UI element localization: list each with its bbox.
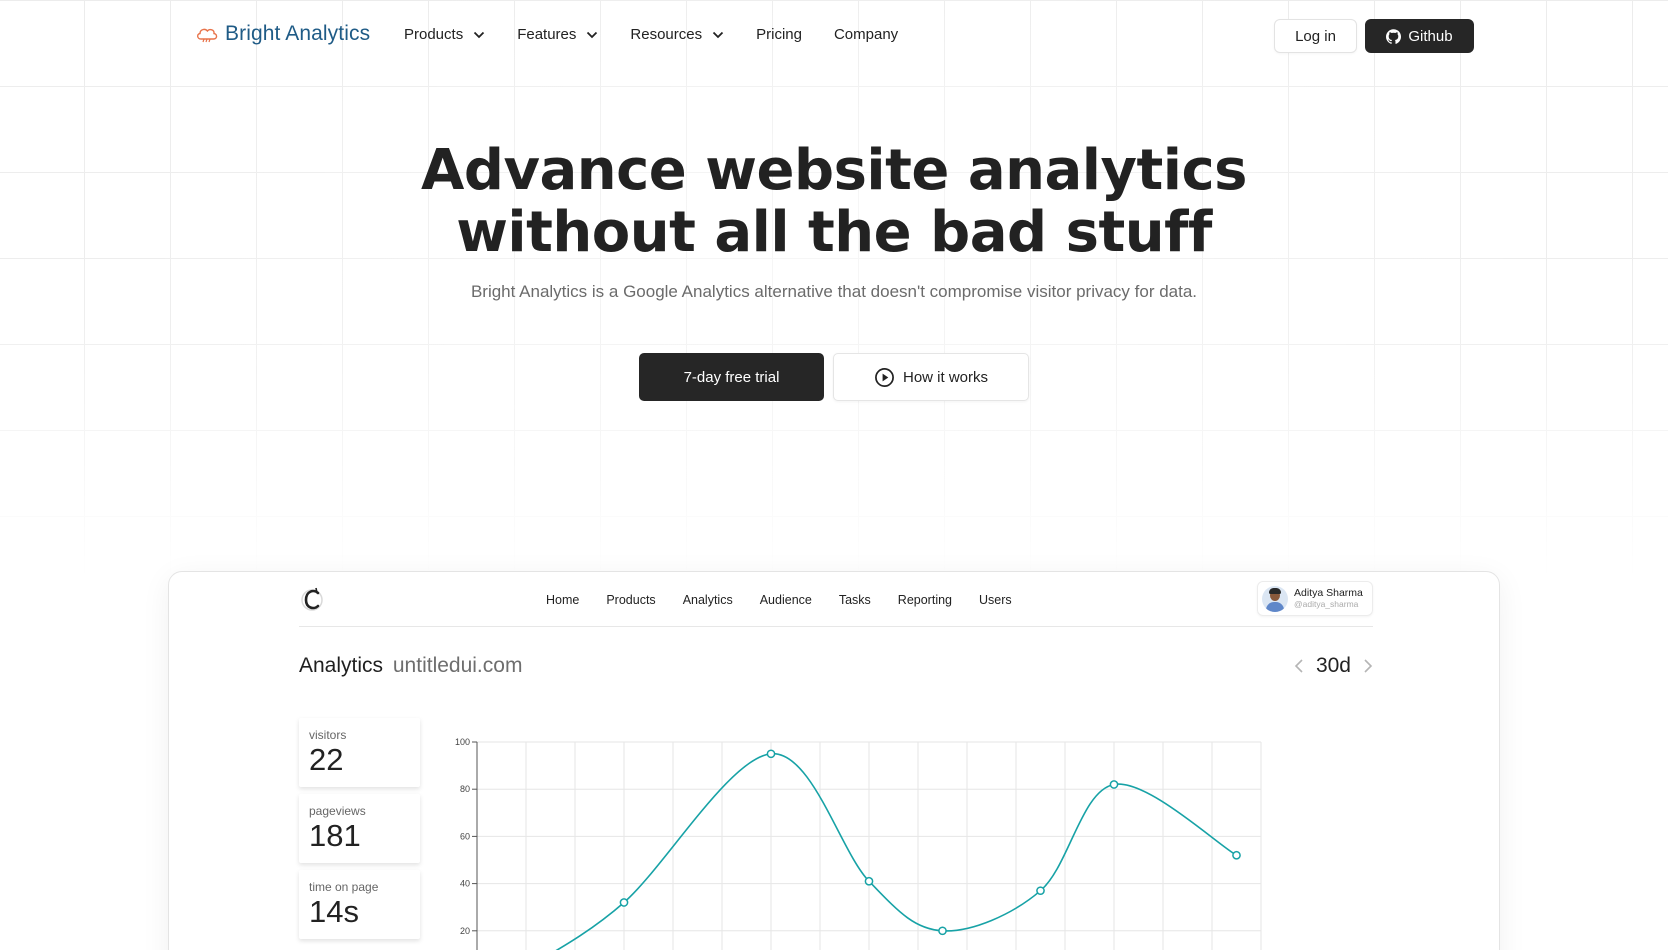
dashboard-menu-tasks[interactable]: Tasks — [839, 593, 871, 607]
github-icon — [1386, 28, 1402, 44]
user-handle: @aditya_sharma — [1294, 598, 1359, 609]
chevron-left-icon[interactable] — [1294, 658, 1304, 674]
dashboard-menu-reporting[interactable]: Reporting — [898, 593, 952, 607]
chevron-down-icon — [474, 31, 485, 38]
stat-value: 14s — [309, 894, 359, 929]
y-tick-label: 80 — [460, 784, 470, 794]
nav-item-resources[interactable]: Resources — [630, 26, 724, 43]
dashboard-domain: untitledui.com — [392, 654, 523, 677]
series-line — [555, 752, 1237, 950]
nav-item-pricing[interactable]: Pricing — [756, 26, 802, 43]
chevron-down-icon — [712, 31, 724, 38]
brand-logo[interactable]: Bright Analytics — [195, 22, 370, 46]
user-profile-chip[interactable]: Aditya Sharma @aditya_sharma — [1257, 581, 1373, 616]
nav-item-label: Resources — [630, 26, 703, 43]
y-tick-label: 20 — [460, 926, 470, 936]
stat-card-visitors[interactable]: visitors 22 — [299, 718, 420, 787]
data-point — [938, 926, 947, 936]
dashboard-menu-analytics[interactable]: Analytics — [683, 593, 733, 607]
y-tick-label: 60 — [460, 831, 470, 841]
cta-group: 7-day free trial How it works — [0, 353, 1668, 401]
stats-column: visitors 22 pageviews 181 time on page 14s — [299, 718, 420, 946]
stat-label: time on page — [309, 880, 379, 894]
how-it-works-label: How it works — [902, 368, 988, 386]
user-name: Aditya Sharma — [1294, 586, 1363, 599]
play-circle-icon — [875, 367, 894, 387]
y-tick-label: 100 — [455, 737, 470, 747]
analytics-line-chart: 20 40 60 80 100 — [455, 737, 1262, 950]
login-button[interactable]: Log in — [1274, 19, 1357, 53]
nav-item-label: Features — [517, 26, 577, 43]
dashboard-title-label: Analytics — [299, 654, 384, 677]
data-point — [1109, 780, 1119, 789]
how-it-works-button[interactable]: How it works — [833, 353, 1029, 401]
hero-subtitle: Bright Analytics is a Google Analytics a… — [470, 282, 1198, 301]
top-navigation: Bright Analytics Products Features Resourc… — [0, 0, 1668, 72]
stat-label: visitors — [309, 728, 347, 742]
chevron-down-icon — [587, 31, 598, 38]
dashboard-logo-icon[interactable] — [299, 584, 325, 614]
stat-value: 22 — [309, 742, 344, 777]
stat-card-time-on-page[interactable]: time on page 14s — [299, 870, 420, 939]
stat-card-pageviews[interactable]: pageviews 181 — [299, 794, 420, 863]
data-point — [766, 749, 776, 759]
nav-item-label: Pricing — [756, 26, 802, 43]
nav-item-label: Company — [833, 26, 899, 43]
hero-title-line-1: Advance website analytics — [421, 138, 1247, 203]
data-point — [1232, 850, 1241, 860]
github-button[interactable]: Github — [1365, 19, 1474, 53]
avatar — [1262, 585, 1288, 612]
cloud-icon — [196, 28, 218, 43]
data-point — [1036, 886, 1045, 896]
data-point — [864, 876, 874, 886]
nav-item-products[interactable]: Products — [404, 26, 485, 43]
brand-name: Bright Analytics — [225, 22, 371, 45]
dashboard-navbar: Home Products Analytics Audience Tasks Report… — [299, 572, 1373, 627]
github-label: Github — [1408, 27, 1453, 45]
stat-label: pageviews — [309, 804, 366, 818]
main-menu: Products Features Resources Pricing Company — [404, 26, 930, 43]
period-value: 30d — [1315, 654, 1351, 677]
hero-section: Advance website analytics without all th… — [0, 140, 1668, 302]
nav-item-company[interactable]: Company — [834, 26, 898, 43]
stat-value: 181 — [309, 818, 361, 853]
hero-title-line-2: without all the bad stuff — [456, 200, 1212, 265]
dashboard-menu-users[interactable]: Users — [979, 593, 1012, 607]
y-tick-label: 40 — [460, 879, 470, 889]
dashboard-menu-products[interactable]: Products — [606, 593, 655, 607]
dashboard-preview: Home Products Analytics Audience Tasks Report… — [168, 571, 1500, 950]
free-trial-button[interactable]: 7-day free trial — [639, 353, 824, 401]
nav-item-label: Products — [404, 26, 464, 43]
period-selector: 30d — [1294, 654, 1373, 678]
dashboard-menu-audience[interactable]: Audience — [760, 593, 812, 607]
dashboard-title: Analytics untitledui.com — [299, 654, 522, 678]
chevron-right-icon[interactable] — [1363, 658, 1373, 674]
nav-item-features[interactable]: Features — [517, 26, 598, 43]
hero-title: Advance website analytics without all th… — [0, 140, 1668, 264]
data-point — [619, 898, 629, 907]
dashboard-menu: Home Products Analytics Audience Tasks Report… — [546, 593, 1039, 607]
dashboard-menu-home[interactable]: Home — [546, 593, 579, 607]
